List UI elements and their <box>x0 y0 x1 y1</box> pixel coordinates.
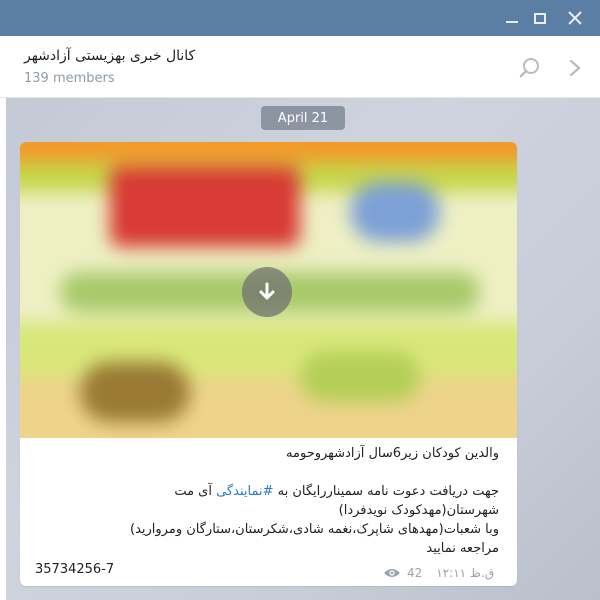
caption-line: شهرستان(مهدکودک نویدفردا) <box>338 503 499 518</box>
caption-line <box>29 463 499 482</box>
caption-line: وبا شعبات(مهدهای شاپرک،نغمه شادی،شکرستان… <box>130 522 499 537</box>
minimize-icon <box>506 21 518 23</box>
window-titlebar <box>0 0 600 36</box>
caption-line: مراجعه نمایید <box>426 541 499 556</box>
message-image[interactable] <box>20 142 517 438</box>
caption-line: جهت دریافت دعوت نامه سمیناررایگان به #نم… <box>29 482 499 501</box>
chat-title: کانال خبری بهزیستی آزادشهر <box>24 48 196 64</box>
view-count: 42 <box>407 566 423 580</box>
eye-icon <box>384 569 400 577</box>
search-icon[interactable] <box>518 56 542 80</box>
member-count: 139 members <box>24 71 115 86</box>
caption-line: والدین کودکان زیر6سال آزادشهروحومه <box>286 446 499 461</box>
download-button[interactable] <box>242 267 292 317</box>
caption-text: آی مت <box>174 484 217 499</box>
close-icon <box>568 11 582 25</box>
maximize-button[interactable] <box>527 6 553 30</box>
message-caption: والدین کودکان زیر6سال آزادشهروحومه جهت د… <box>29 444 499 558</box>
message-time: ق.ظ ۱۲:۱۱ <box>436 566 495 580</box>
chevron-right-icon[interactable] <box>566 56 584 80</box>
close-button[interactable] <box>562 6 588 30</box>
date-separator: April 21 <box>261 106 345 130</box>
message-meta: 42 ق.ظ ۱۲:۱۱ <box>383 564 494 582</box>
maximize-icon <box>534 12 546 24</box>
hashtag-link[interactable]: #نمایندگی <box>216 484 273 499</box>
caption-text: جهت دریافت دعوت نامه سمیناررایگان به <box>277 484 499 499</box>
download-arrow-icon <box>259 282 275 300</box>
phone-number: 35734256-7 <box>35 562 115 577</box>
minimize-button[interactable] <box>499 6 525 30</box>
message-bubble[interactable]: والدین کودکان زیر6سال آزادشهروحومه جهت د… <box>20 142 517 586</box>
chat-header[interactable]: کانال خبری بهزیستی آزادشهر 139 members <box>0 36 600 98</box>
